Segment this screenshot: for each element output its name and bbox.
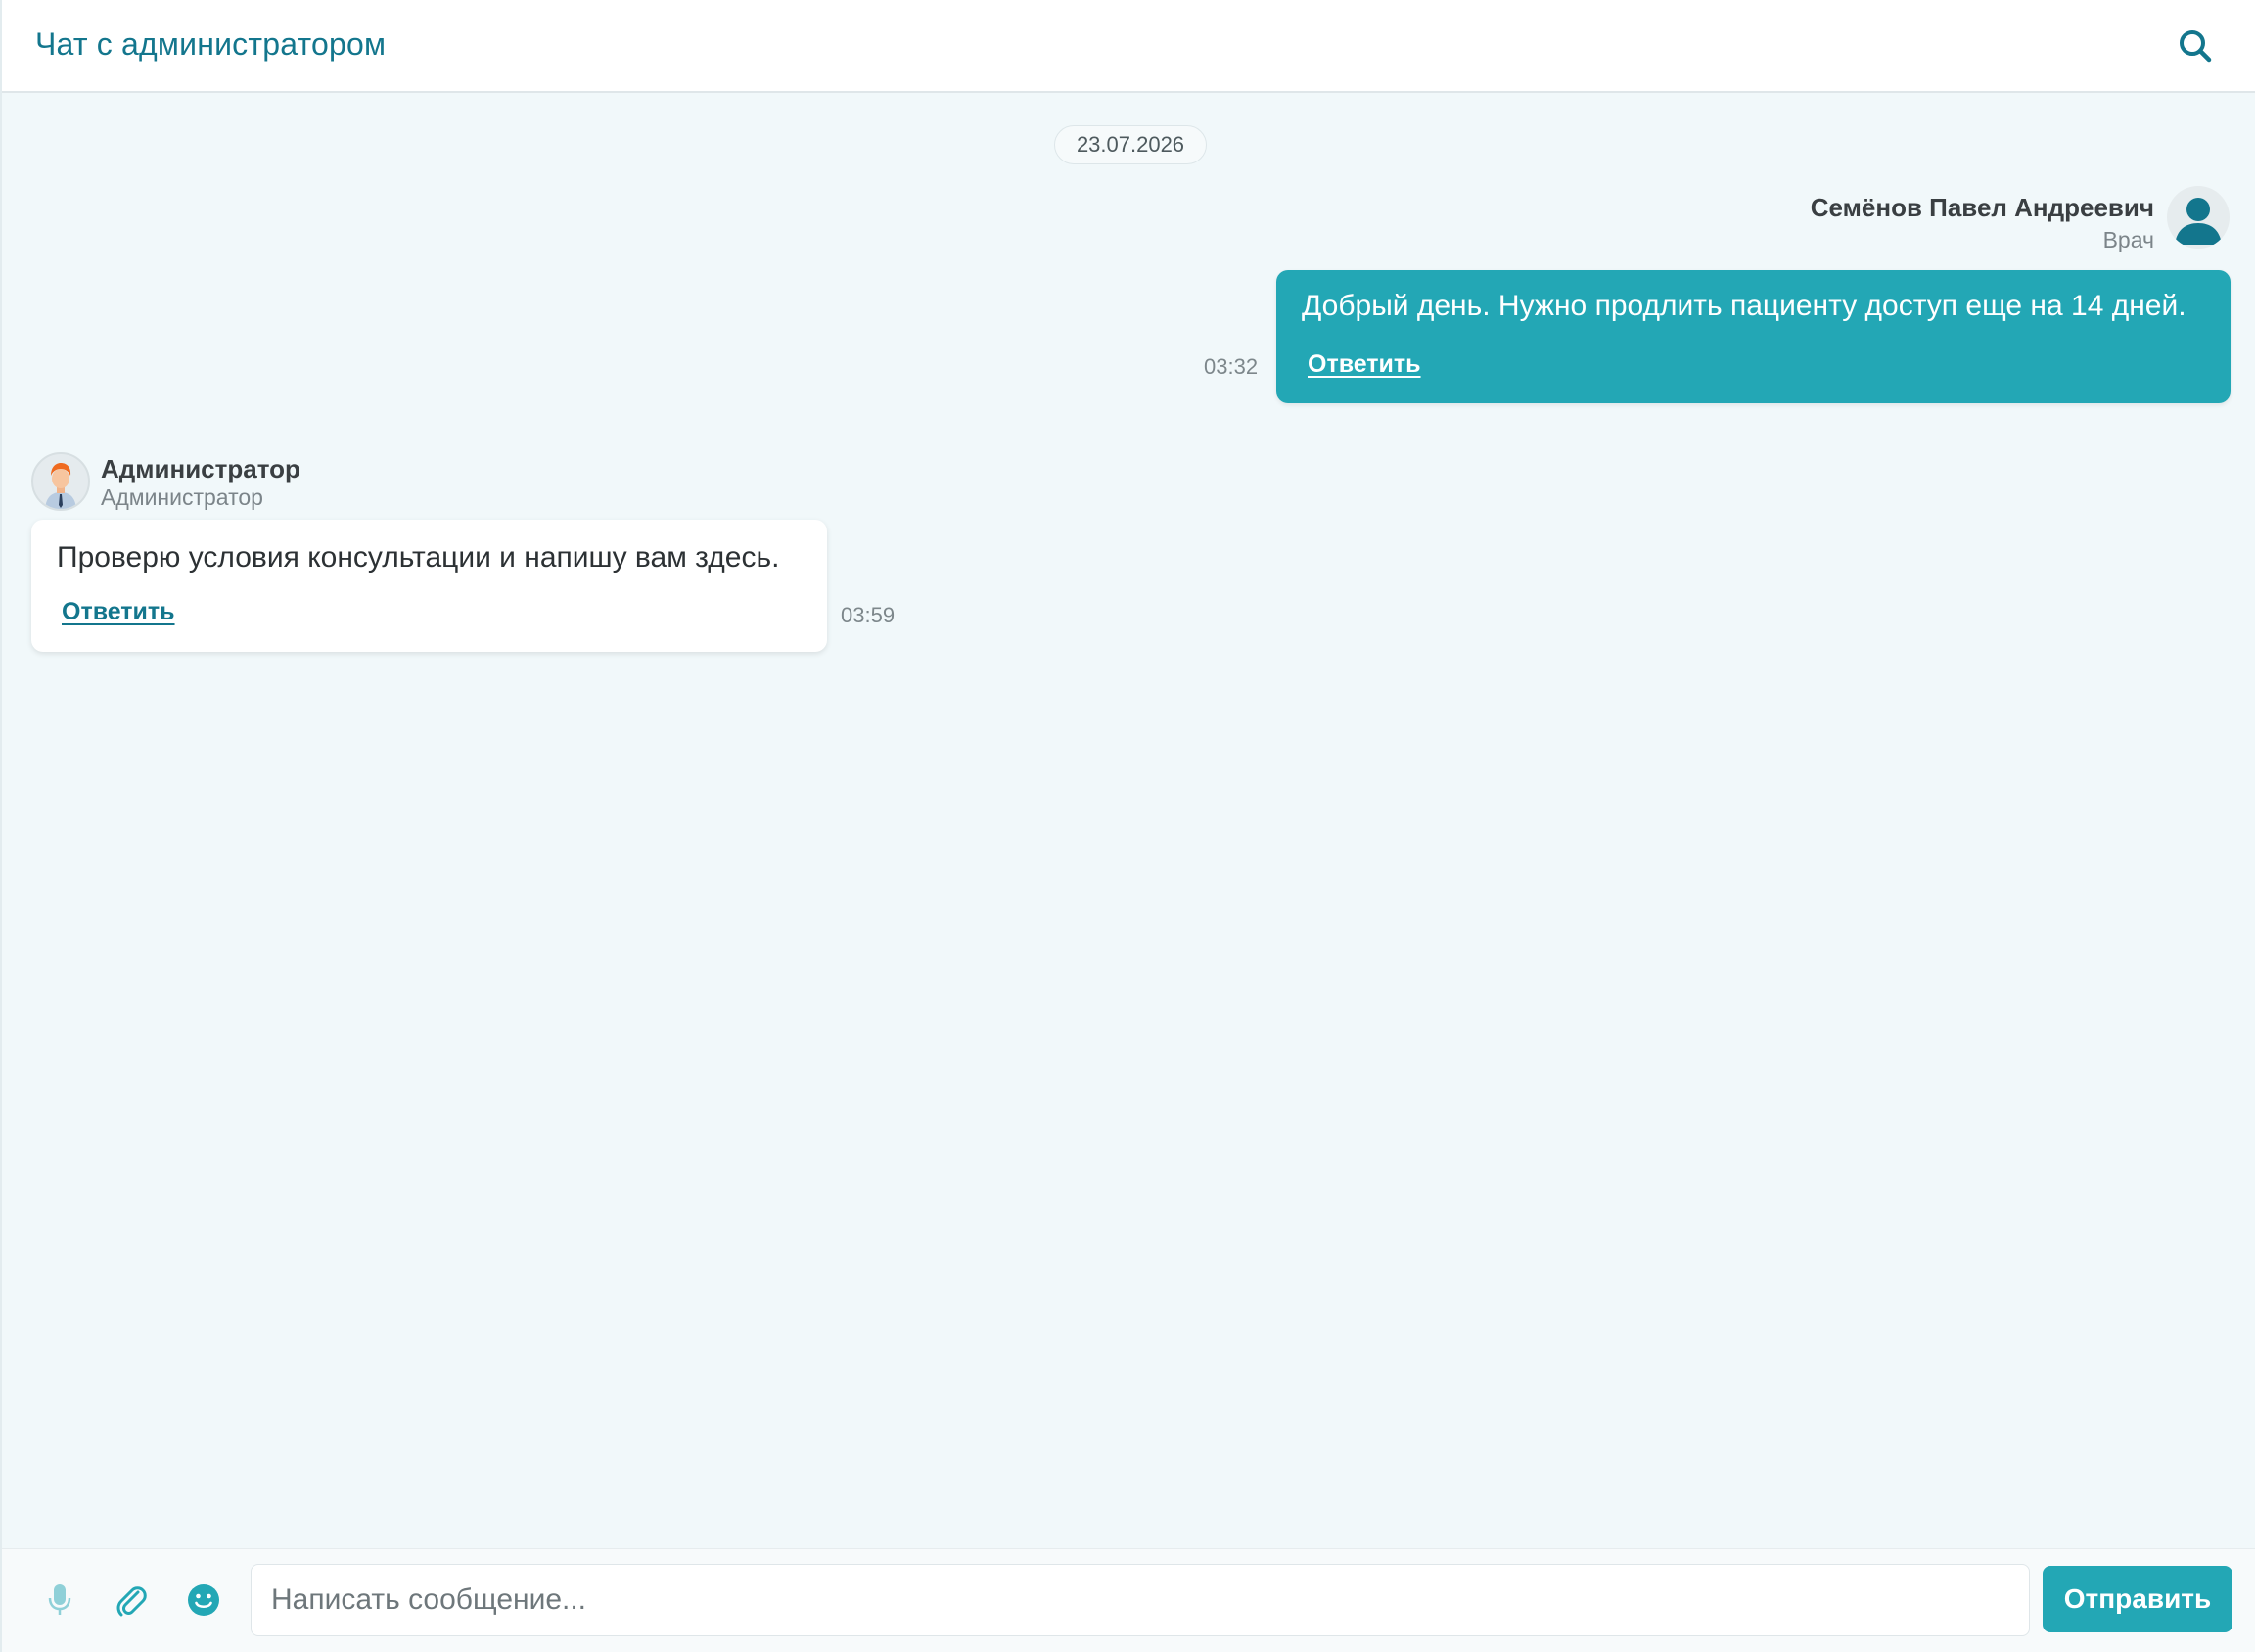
- search-icon[interactable]: [2175, 25, 2216, 67]
- message-composer: Отправить: [2, 1548, 2255, 1652]
- date-separator: 23.07.2026: [1054, 125, 1207, 164]
- reply-link[interactable]: Ответить: [1308, 350, 1421, 379]
- avatar: [2167, 186, 2230, 249]
- message-time: 03:59: [841, 603, 896, 627]
- reply-link[interactable]: Ответить: [62, 598, 175, 626]
- chat-header: Чат с администратором: [2, 0, 2255, 93]
- message-author-role: Врач: [2102, 227, 2154, 252]
- message-time: 03:32: [1204, 354, 1259, 379]
- message-bubble: Добрый день. Нужно продлить пациенту дос…: [1276, 270, 2231, 403]
- send-button[interactable]: Отправить: [2043, 1566, 2232, 1632]
- admin-avatar-icon: [45, 463, 76, 509]
- message-input[interactable]: [251, 1564, 2030, 1636]
- message-author: Администратор: [101, 454, 300, 483]
- user-silhouette-icon: [2175, 198, 2222, 245]
- chat-title: Чат с администратором: [35, 26, 387, 62]
- avatar: [31, 452, 90, 511]
- emoji-icon[interactable]: [182, 1579, 225, 1622]
- message-bubble: Проверю условия консультации и напишу ва…: [31, 520, 827, 652]
- message-text: Проверю условия консультации и напишу ва…: [57, 541, 780, 574]
- paperclip-icon[interactable]: [110, 1579, 153, 1622]
- chat-window: Чат с администратором 23.07.2026 Семёнов…: [0, 0, 2255, 1652]
- message-author-role: Администратор: [101, 484, 263, 510]
- message-author: Семёнов Павел Андреевич: [1810, 193, 2154, 222]
- microphone-icon[interactable]: [38, 1579, 81, 1622]
- message-text: Добрый день. Нужно продлить пациенту дос…: [1302, 290, 2186, 322]
